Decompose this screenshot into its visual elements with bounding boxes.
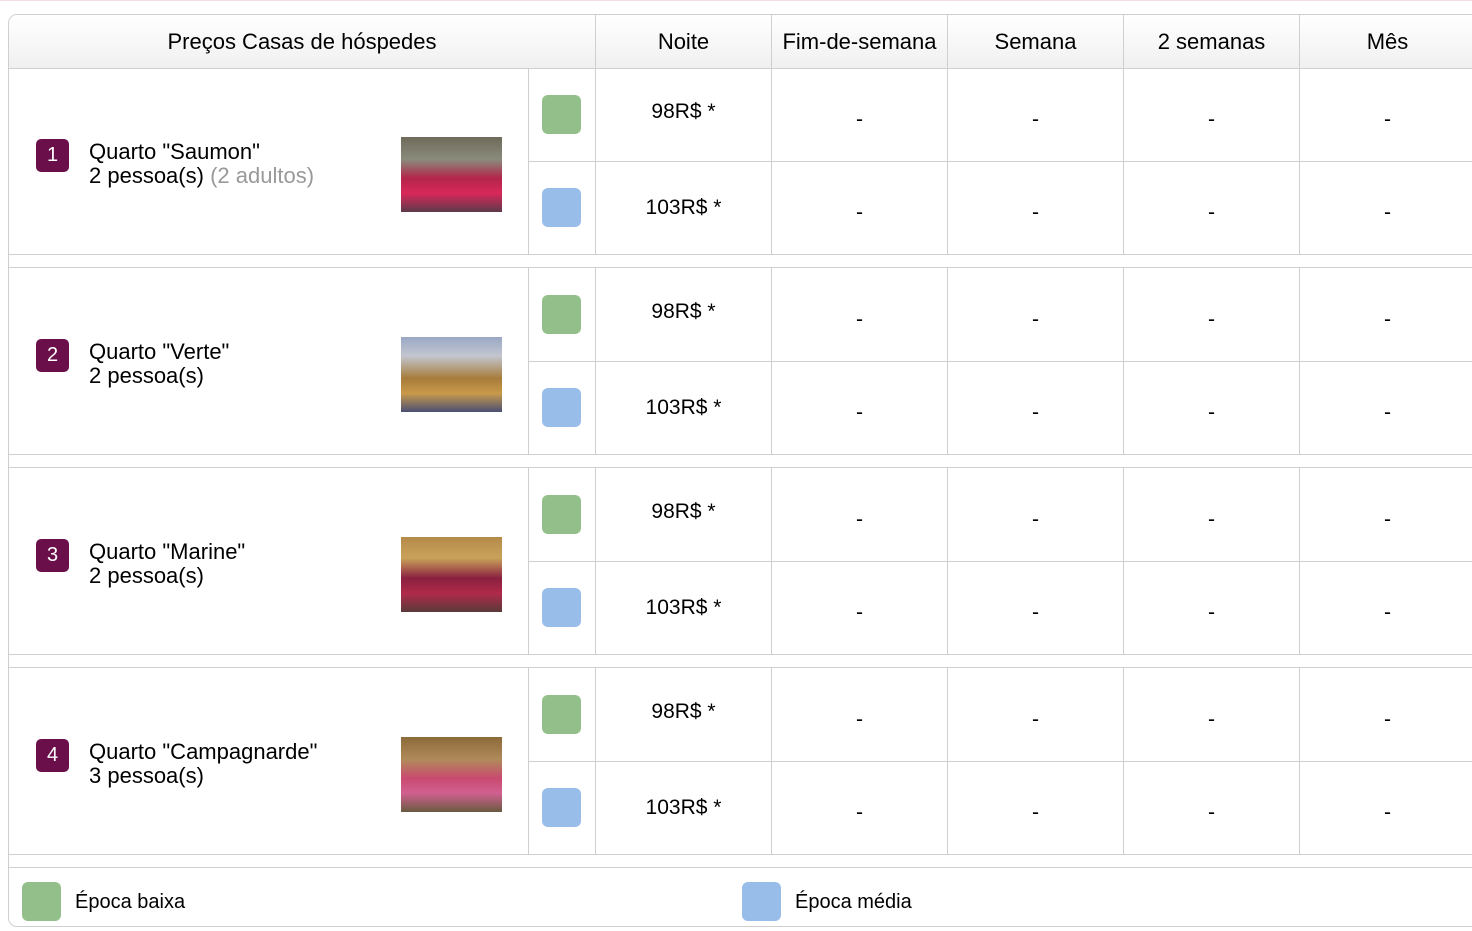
legend-swatch-low xyxy=(22,882,61,921)
season-swatch-mid xyxy=(542,388,581,427)
header-col-semana: Semana xyxy=(994,28,1077,54)
room-row: 3 Quarto "Marine" 2 pessoa(s) 98R$ * - - - -… xyxy=(9,468,1472,654)
price-cell: - xyxy=(856,200,863,224)
price-noite: 103R$ * xyxy=(645,595,722,619)
room-row: 2 Quarto "Verte" 2 pessoa(s) 98R$ * - - - - 1… xyxy=(9,268,1472,454)
room-number-badge: 4 xyxy=(36,739,69,772)
legend-label-low: Época baixa xyxy=(75,891,186,913)
price-cell: - xyxy=(1208,307,1215,331)
price-cell: - xyxy=(1208,400,1215,424)
legend-swatch-mid xyxy=(742,882,781,921)
price-cell: - xyxy=(1208,107,1215,131)
legend-label-mid: Época média xyxy=(795,891,912,913)
table-header: Preços Casas de hóspedes Noite Fim-de-se… xyxy=(9,15,1472,69)
price-cell: - xyxy=(856,600,863,624)
price-cell: - xyxy=(1384,507,1391,531)
room-row: 1 Quarto "Saumon" 2 pessoa(s) (2 adultos… xyxy=(9,68,1472,254)
price-cell: - xyxy=(856,707,863,731)
price-cell: - xyxy=(1208,800,1215,824)
price-cell: - xyxy=(1032,200,1039,224)
room-name[interactable]: Quarto "Campagnarde" xyxy=(89,740,317,764)
bedroom-photo-verte[interactable] xyxy=(401,337,502,412)
room-number-badge: 1 xyxy=(36,139,69,172)
price-cell: - xyxy=(1384,600,1391,624)
row-separator xyxy=(9,854,1472,868)
price-cell: - xyxy=(856,107,863,131)
room-capacity: 2 pessoa(s) xyxy=(89,163,204,188)
price-cell: - xyxy=(1384,107,1391,131)
header-col-2-semanas: 2 semanas xyxy=(1157,28,1266,54)
legend: Época baixa Época média xyxy=(9,868,1472,927)
room-info: Quarto "Campagnarde" 3 pessoa(s) xyxy=(89,740,317,788)
room-info: Quarto "Verte" 2 pessoa(s) xyxy=(89,340,229,388)
season-swatch-low xyxy=(542,695,581,734)
price-noite: 103R$ * xyxy=(645,195,722,219)
price-cell: - xyxy=(1032,400,1039,424)
header-col-mes: Mês xyxy=(1366,28,1409,54)
room-name[interactable]: Quarto "Verte" xyxy=(89,340,229,364)
season-swatch-mid xyxy=(542,188,581,227)
price-cell: - xyxy=(1208,507,1215,531)
room-capacity: 2 pessoa(s) xyxy=(89,363,204,388)
price-noite: 98R$ * xyxy=(651,699,716,723)
top-divider xyxy=(0,0,1472,1)
season-swatch-low xyxy=(542,95,581,134)
price-cell: - xyxy=(1208,600,1215,624)
bedroom-photo-saumon[interactable] xyxy=(401,137,502,212)
season-swatch-mid xyxy=(542,788,581,827)
season-swatch-low xyxy=(542,495,581,534)
price-cell: - xyxy=(1384,307,1391,331)
price-cell: - xyxy=(1032,800,1039,824)
room-info: Quarto "Marine" 2 pessoa(s) xyxy=(89,540,245,588)
price-cell: - xyxy=(1384,200,1391,224)
room-number-badge: 3 xyxy=(36,539,69,572)
room-name[interactable]: Quarto "Marine" xyxy=(89,540,245,564)
price-noite: 103R$ * xyxy=(645,395,722,419)
bedroom-photo-campagnarde[interactable] xyxy=(401,737,502,812)
price-cell: - xyxy=(856,400,863,424)
room-row: 4 Quarto "Campagnarde" 3 pessoa(s) 98R$ … xyxy=(9,668,1472,854)
price-noite: 98R$ * xyxy=(651,99,716,123)
price-cell: - xyxy=(856,307,863,331)
price-cell: - xyxy=(1208,707,1215,731)
price-cell: - xyxy=(856,800,863,824)
room-number-badge: 2 xyxy=(36,339,69,372)
header-col-fim-de-semana: Fim-de-semana xyxy=(782,28,937,54)
room-adults: (2 adultos) xyxy=(210,163,315,188)
season-swatch-mid xyxy=(542,588,581,627)
room-capacity: 3 pessoa(s) xyxy=(89,763,204,788)
price-noite: 103R$ * xyxy=(645,795,722,819)
price-cell: - xyxy=(1032,107,1039,131)
header-col-noite: Noite xyxy=(657,28,710,54)
bedroom-photo-marine[interactable] xyxy=(401,537,502,612)
price-cell: - xyxy=(856,507,863,531)
price-noite: 98R$ * xyxy=(651,299,716,323)
season-swatch-low xyxy=(542,295,581,334)
price-cell: - xyxy=(1032,600,1039,624)
price-noite: 98R$ * xyxy=(651,499,716,523)
room-name[interactable]: Quarto "Saumon" xyxy=(89,140,314,164)
price-cell: - xyxy=(1032,307,1039,331)
room-info: Quarto "Saumon" 2 pessoa(s) (2 adultos) xyxy=(89,140,314,188)
price-cell: - xyxy=(1032,707,1039,731)
price-cell: - xyxy=(1032,507,1039,531)
price-cell: - xyxy=(1384,400,1391,424)
header-title: Preços Casas de hóspedes xyxy=(167,28,437,54)
price-cell: - xyxy=(1208,200,1215,224)
room-capacity: 2 pessoa(s) xyxy=(89,563,204,588)
price-cell: - xyxy=(1384,800,1391,824)
price-cell: - xyxy=(1384,707,1391,731)
